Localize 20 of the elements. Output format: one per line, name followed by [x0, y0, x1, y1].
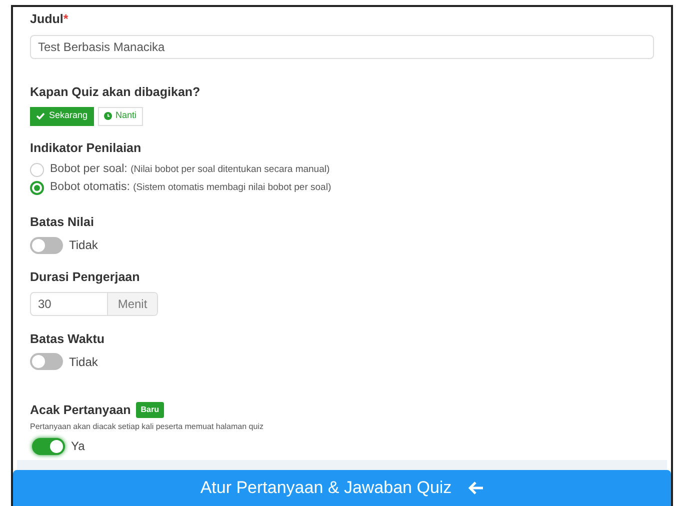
field-label: Durasi Pengerjaan — [30, 269, 141, 286]
duration-input[interactable]: 30 Menit — [30, 292, 158, 316]
option-button[interactable]: Nanti — [98, 106, 143, 126]
field-label: Batas Waktu — [30, 330, 106, 348]
new-badge: Baru — [136, 402, 164, 418]
field-label: Kapan Quiz akan dibagikan? — [30, 84, 202, 101]
option-button[interactable]: Sekarang — [30, 106, 94, 126]
field-label: Judul — [30, 11, 64, 28]
radio-label: Bobot per soal: (Nilai bobot per soal ditentukan secara manual) — [50, 162, 330, 178]
toggle-label: Ya — [71, 438, 85, 456]
required-mark: * — [63, 11, 68, 28]
title-input[interactable]: Test Berbasis Manacika — [30, 34, 654, 59]
field-label: Acak Pertanyaan — [30, 402, 131, 419]
toggle-label: Tidak — [69, 237, 98, 254]
toggle-label: Tidak — [69, 354, 98, 370]
field-description: Pertanyaan akan diacak setiap kali peserta memuat halaman quiz — [30, 421, 264, 434]
field-label: Batas Nilai — [30, 214, 95, 232]
field-label: Indikator Penilaian — [30, 140, 142, 156]
radio-label: Bobot otomatis: (Sistem otomatis membagi nilai bobot per soal) — [50, 180, 332, 196]
submit-button[interactable]: Atur Pertanyaan & Jawaban Quiz — [13, 470, 671, 506]
